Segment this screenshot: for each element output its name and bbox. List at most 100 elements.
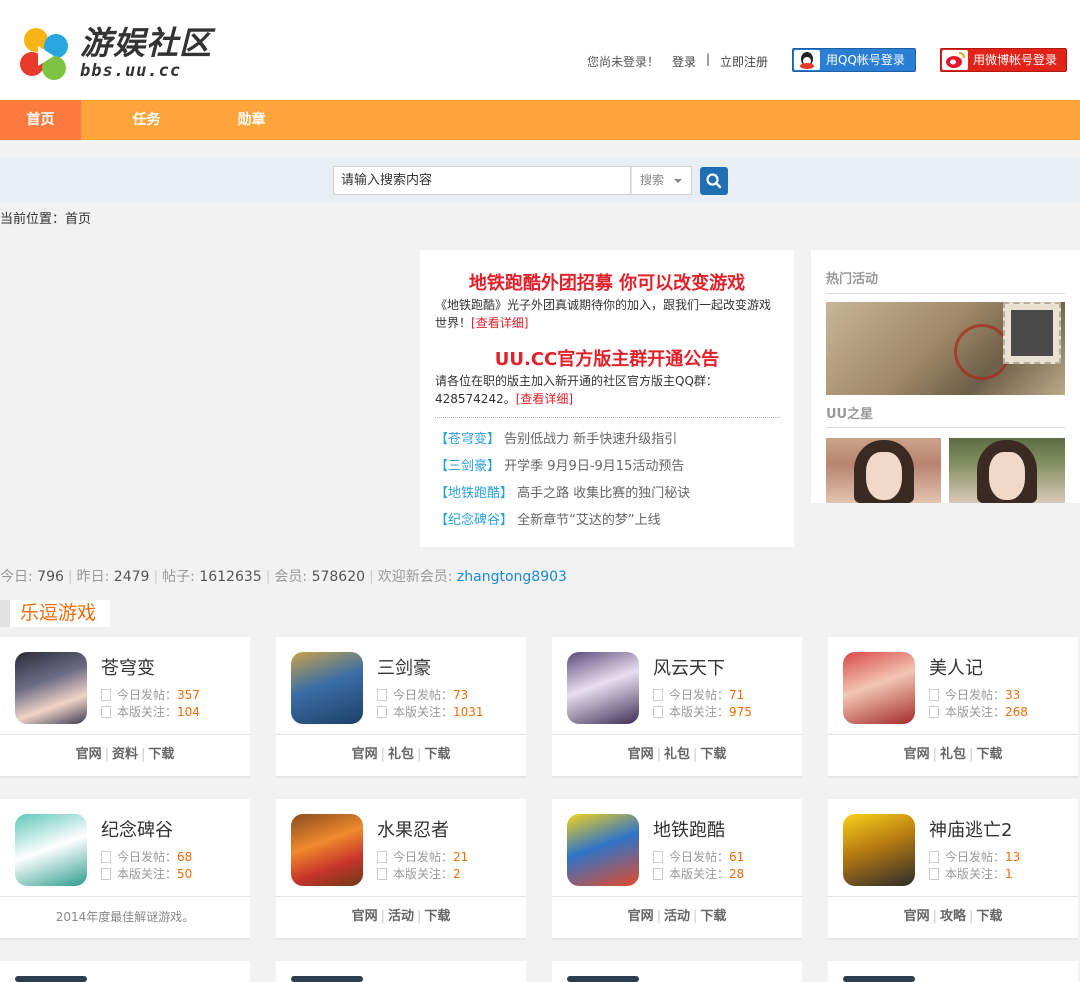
game-link[interactable]: 官网	[904, 909, 930, 924]
game-link[interactable]: 礼包	[940, 747, 966, 762]
site-logo[interactable]: 游娱社区 bbs.uu.cc	[16, 24, 216, 84]
game-link[interactable]: 活动	[664, 909, 690, 924]
game-link[interactable]: 资料	[112, 747, 138, 762]
more-link[interactable]: [查看详细]	[471, 316, 528, 330]
stat-follows: 本版关注：28	[653, 865, 744, 882]
game-name[interactable]: 苍穹变	[101, 654, 155, 680]
section-title: 乐逗游戏	[0, 600, 110, 627]
game-link[interactable]: 官网	[628, 909, 654, 924]
game-icon[interactable]	[291, 976, 363, 982]
news-item[interactable]: 【地铁跑酷】 高手之路 收集比赛的独门秘诀	[435, 480, 780, 507]
game-icon-monument-valley[interactable]	[15, 814, 87, 886]
game-note: 2014年度最佳解谜游戏。	[55, 910, 195, 924]
news-tag[interactable]: 【三剑豪】	[435, 459, 500, 474]
search-scope-select[interactable]: 搜索	[631, 166, 692, 195]
login-link[interactable]: 登录	[672, 53, 696, 70]
game-card[interactable]	[828, 961, 1078, 982]
game-card[interactable]: 水果忍者 今日发帖：21 本版关注：2 官网 | 活动 | 下载	[276, 799, 526, 940]
star-photo[interactable]	[949, 438, 1065, 503]
game-link[interactable]: 礼包	[664, 747, 690, 762]
game-icon[interactable]	[843, 976, 915, 982]
game-link[interactable]: 官网	[904, 747, 930, 762]
game-card[interactable]: 三剑豪 今日发帖：73 本版关注：1031 官网 | 礼包 | 下载	[276, 637, 526, 778]
game-name[interactable]: 地铁跑酷	[653, 816, 725, 842]
game-link[interactable]: 下载	[976, 909, 1002, 924]
game-card[interactable]: 美人记 今日发帖：33 本版关注：268 官网 | 礼包 | 下载	[828, 637, 1078, 778]
game-link[interactable]: 礼包	[388, 747, 414, 762]
game-name[interactable]: 神庙逃亡2	[929, 816, 1012, 842]
game-name[interactable]: 风云天下	[653, 654, 725, 680]
game-icon-temple-run-2[interactable]	[843, 814, 915, 886]
game-name[interactable]: 三剑豪	[377, 654, 431, 680]
game-name[interactable]: 美人记	[929, 654, 983, 680]
game-card[interactable]: 风云天下 今日发帖：71 本版关注：975 官网 | 礼包 | 下载	[552, 637, 802, 778]
headline-moderators[interactable]: UU.CC官方版主群开通公告	[420, 345, 794, 371]
news-title[interactable]: 开学季 9月9日-9月15活动预告	[504, 459, 684, 474]
news-item[interactable]: 【纪念碑谷】 全新章节“艾达的梦”上线	[435, 507, 780, 534]
game-icon-fruit-ninja[interactable]	[291, 814, 363, 886]
nav-item-tasks[interactable]: 任务	[106, 100, 187, 140]
stat-follows: 本版关注：50	[101, 865, 192, 882]
document-icon	[377, 851, 387, 863]
game-link[interactable]: 下载	[976, 747, 1002, 762]
game-link[interactable]: 下载	[700, 747, 726, 762]
hot-activity-banner[interactable]	[826, 302, 1065, 395]
game-card[interactable]: 苍穹变 今日发帖：357 本版关注：104 官网 | 资料 | 下载	[0, 637, 250, 778]
star-photo[interactable]	[826, 438, 941, 503]
game-name[interactable]: 水果忍者	[377, 816, 449, 842]
game-card[interactable]: 神庙逃亡2 今日发帖：13 本版关注：1 官网 | 攻略 | 下载	[828, 799, 1078, 940]
register-link[interactable]: 立即注册	[720, 53, 768, 70]
nav-item-medals[interactable]: 勋章	[211, 100, 292, 140]
game-card[interactable]	[0, 961, 250, 982]
document-icon	[101, 689, 111, 701]
news-title[interactable]: 全新章节“艾达的梦”上线	[517, 513, 660, 528]
breadcrumb-current[interactable]: 首页	[65, 212, 91, 227]
game-card[interactable]: 纪念碑谷 今日发帖：68 本版关注：50 2014年度最佳解谜游戏。	[0, 799, 250, 940]
game-link[interactable]: 官网	[352, 909, 378, 924]
game-link[interactable]: 下载	[424, 747, 450, 762]
stat-today-posts: 今日发帖：13	[929, 848, 1020, 865]
stat-follows: 本版关注：975	[653, 703, 752, 720]
news-tag[interactable]: 【地铁跑酷】	[435, 486, 513, 501]
headline-moderators-text: 请各位在职的版主加入新开通的社区官方版主QQ群：428574242。[查看详细]	[435, 372, 780, 408]
stat-today-posts: 今日发帖：71	[653, 686, 744, 703]
game-card[interactable]: 地铁跑酷 今日发帖：61 本版关注：28 官网 | 活动 | 下载	[552, 799, 802, 940]
game-name[interactable]: 纪念碑谷	[101, 816, 173, 842]
game-card[interactable]	[276, 961, 526, 982]
game-icon-meirenji[interactable]	[843, 652, 915, 724]
game-icon-sanjianhao[interactable]	[291, 652, 363, 724]
more-link[interactable]: [查看详细]	[516, 392, 573, 406]
stat-posts: 1612635	[199, 569, 262, 585]
game-link[interactable]: 官网	[352, 747, 378, 762]
game-link[interactable]: 攻略	[940, 909, 966, 924]
side-panel: 热门活动 UU之星	[811, 250, 1080, 503]
game-link[interactable]: 下载	[424, 909, 450, 924]
search-button[interactable]	[700, 167, 728, 195]
game-icon[interactable]	[567, 976, 639, 982]
weibo-login-button[interactable]: 用微博帐号登录	[940, 48, 1067, 72]
news-item[interactable]: 【苍穹变】 告别低战力 新手快速升级指引	[435, 426, 780, 453]
game-link[interactable]: 下载	[700, 909, 726, 924]
qq-login-button[interactable]: 用QQ帐号登录	[792, 48, 916, 72]
game-link[interactable]: 官网	[628, 747, 654, 762]
game-link[interactable]: 活动	[388, 909, 414, 924]
game-link[interactable]: 下载	[148, 747, 174, 762]
weibo-icon	[942, 50, 968, 70]
search-input[interactable]: 请输入搜索内容	[333, 166, 631, 195]
game-icon[interactable]	[15, 976, 87, 982]
document-icon	[653, 706, 663, 718]
document-icon	[929, 868, 939, 880]
news-item[interactable]: 【三剑豪】 开学季 9月9日-9月15活动预告	[435, 453, 780, 480]
game-card[interactable]	[552, 961, 802, 982]
news-tag[interactable]: 【苍穹变】	[435, 432, 500, 447]
news-tag[interactable]: 【纪念碑谷】	[435, 513, 513, 528]
new-member-link[interactable]: zhangtong8903	[457, 569, 567, 585]
headline-recruit[interactable]: 地铁跑酷外团招募 你可以改变游戏	[420, 269, 794, 295]
game-icon-fengyuntianxia[interactable]	[567, 652, 639, 724]
game-icon-subway-surfers[interactable]	[567, 814, 639, 886]
news-title[interactable]: 高手之路 收集比赛的独门秘诀	[517, 486, 690, 501]
game-link[interactable]: 官网	[76, 747, 102, 762]
news-title[interactable]: 告别低战力 新手快速升级指引	[504, 432, 677, 447]
nav-item-home[interactable]: 首页	[0, 100, 81, 140]
game-icon-cangqiongbian[interactable]	[15, 652, 87, 724]
